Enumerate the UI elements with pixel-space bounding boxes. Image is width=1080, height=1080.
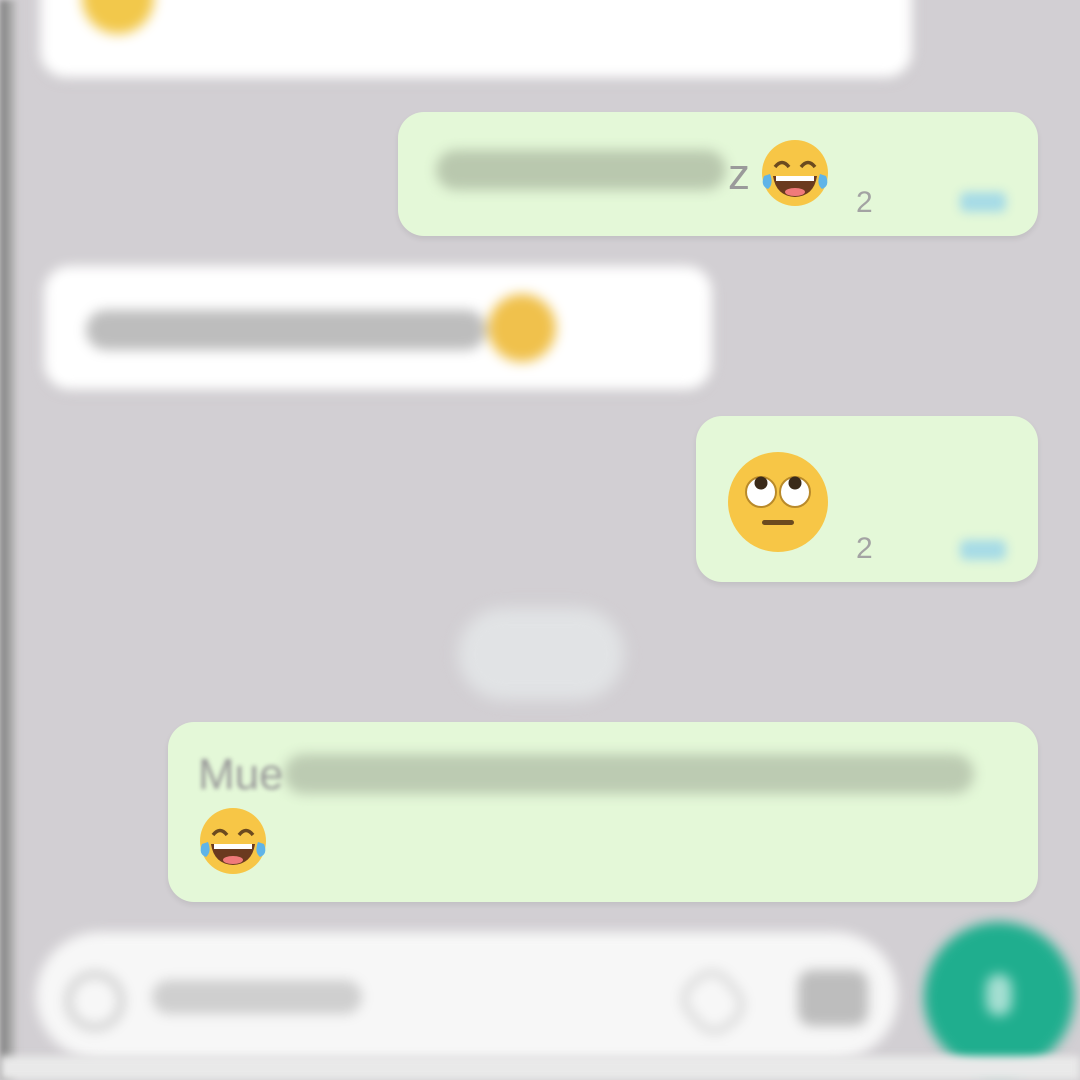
message-bubble-incoming[interactable] <box>44 266 712 390</box>
message-bubble-outgoing[interactable] <box>168 722 1038 902</box>
grinning-face-icon <box>80 0 156 36</box>
read-receipt-icon <box>960 192 1006 212</box>
face-with-tears-of-joy-icon <box>758 136 832 210</box>
message-time: 2 <box>856 186 873 219</box>
message-text-blurred <box>436 150 726 190</box>
face-with-rolling-eyes-icon <box>724 448 832 556</box>
message-input[interactable] <box>152 980 362 1014</box>
date-separator <box>458 608 624 700</box>
microphone-icon <box>986 974 1012 1016</box>
camera-icon[interactable] <box>798 970 868 1026</box>
grinning-face-icon <box>484 290 560 366</box>
nav-bar <box>0 1056 1080 1080</box>
message-text-blurred <box>284 754 974 794</box>
paperclip-icon[interactable] <box>673 961 753 1043</box>
chat-area[interactable]: z 2 2 Mue <box>0 0 1080 1080</box>
smiley-icon[interactable] <box>66 972 124 1030</box>
message-input-bar[interactable] <box>36 932 898 1060</box>
face-with-tears-of-joy-icon <box>196 804 270 878</box>
message-bubble-incoming[interactable] <box>40 0 912 78</box>
message-text: z <box>728 150 750 199</box>
message-text: Mue <box>198 750 284 799</box>
message-time: 2 <box>856 532 873 565</box>
read-receipt-icon <box>960 540 1006 560</box>
send-button[interactable] <box>924 922 1074 1072</box>
